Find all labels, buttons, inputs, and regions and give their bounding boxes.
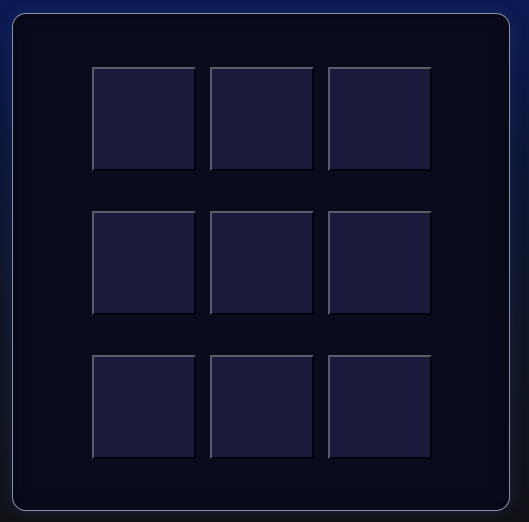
game-board <box>12 13 510 511</box>
grid-cell-3[interactable] <box>328 67 432 171</box>
grid-cell-8[interactable] <box>210 355 314 459</box>
grid-cell-4[interactable] <box>92 211 196 315</box>
grid-cell-2[interactable] <box>210 67 314 171</box>
cell-grid <box>92 67 432 459</box>
grid-cell-1[interactable] <box>92 67 196 171</box>
grid-cell-5[interactable] <box>210 211 314 315</box>
grid-cell-7[interactable] <box>92 355 196 459</box>
grid-cell-9[interactable] <box>328 355 432 459</box>
grid-cell-6[interactable] <box>328 211 432 315</box>
